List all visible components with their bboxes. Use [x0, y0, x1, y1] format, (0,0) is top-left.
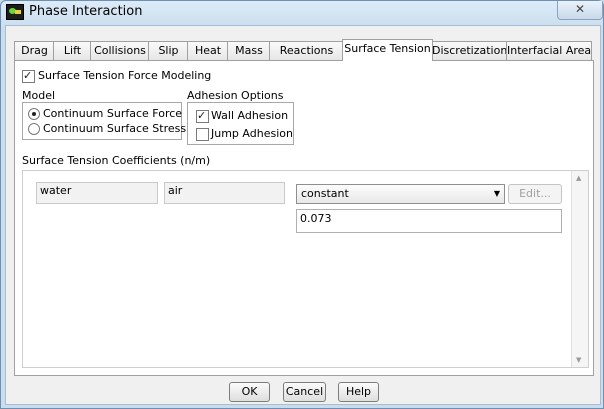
wall-adhesion-label: Wall Adhesion: [211, 109, 289, 122]
app-icon: [6, 4, 24, 20]
dialog-body: Drag Lift Collisions Slip Heat Mass Reac…: [5, 25, 601, 405]
tab-drag[interactable]: Drag: [14, 41, 55, 60]
tab-discretization[interactable]: Discretization: [431, 41, 508, 60]
phase1-field: water: [36, 182, 158, 204]
vertical-scrollbar[interactable]: ▲ ▼: [571, 171, 588, 367]
close-button[interactable]: ✕: [557, 1, 603, 20]
close-icon: ✕: [574, 2, 586, 16]
model-group: Continuum Surface Force Continuum Surfac…: [22, 102, 186, 140]
continuum-surface-force-radio[interactable]: [28, 108, 40, 120]
continuum-surface-stress-label: Continuum Surface Stress: [43, 122, 187, 135]
surface-tension-panel: Surface Tension Force Modeling Model Con…: [14, 60, 594, 376]
window-title: Phase Interaction: [29, 4, 143, 19]
adhesion-heading: Adhesion Options: [187, 89, 284, 102]
scroll-up-icon[interactable]: ▲: [576, 174, 581, 182]
edit-button[interactable]: Edit...: [508, 184, 562, 204]
tab-reactions[interactable]: Reactions: [269, 41, 344, 60]
coefficients-table: water air constant ▼ Edit... 0.073 ▲ ▼: [22, 170, 589, 368]
title-bar[interactable]: Phase Interaction ✕: [1, 1, 603, 23]
model-heading: Model: [22, 89, 56, 102]
coefficient-value-input[interactable]: 0.073: [296, 209, 562, 233]
tab-mass[interactable]: Mass: [227, 41, 271, 60]
adhesion-group: Wall Adhesion Jump Adhesion: [187, 102, 294, 145]
phase-interaction-window: Phase Interaction ✕ Drag Lift Collisions…: [0, 0, 604, 409]
continuum-surface-stress-radio[interactable]: [28, 123, 40, 135]
method-dropdown[interactable]: constant ▼: [296, 184, 505, 204]
tab-lift[interactable]: Lift: [53, 41, 92, 60]
phase2-field: air: [164, 182, 285, 204]
jump-adhesion-label: Jump Adhesion: [211, 127, 293, 140]
tab-surface-tension[interactable]: Surface Tension: [342, 39, 433, 61]
coefficients-heading: Surface Tension Coefficients (n/m): [22, 154, 211, 167]
help-button[interactable]: Help: [338, 382, 379, 402]
tab-heat[interactable]: Heat: [187, 41, 229, 60]
tab-collisions[interactable]: Collisions: [90, 41, 150, 60]
tab-slip[interactable]: Slip: [148, 41, 189, 60]
cancel-button[interactable]: Cancel: [283, 382, 326, 402]
ok-button[interactable]: OK: [229, 382, 270, 402]
jump-adhesion-checkbox[interactable]: [196, 128, 209, 141]
wall-adhesion-checkbox[interactable]: [196, 109, 209, 123]
tab-interfacial-area[interactable]: Interfacial Area: [506, 41, 592, 60]
surface-tension-label: Surface Tension Force Modeling: [38, 69, 212, 82]
scroll-down-icon[interactable]: ▼: [576, 356, 581, 364]
chevron-down-icon: ▼: [493, 189, 500, 198]
surface-tension-checkbox[interactable]: [22, 69, 35, 83]
continuum-surface-force-label: Continuum Surface Force: [43, 107, 183, 120]
